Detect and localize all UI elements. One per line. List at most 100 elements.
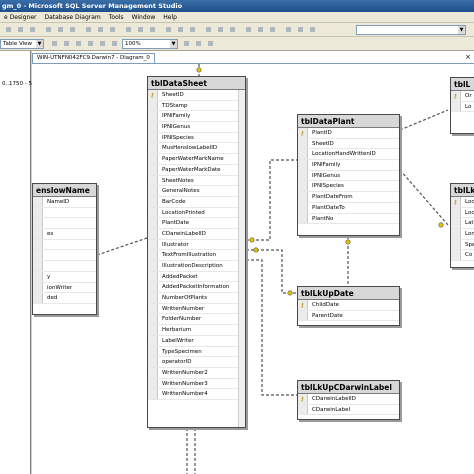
row-selector[interactable] (148, 132, 158, 143)
row-selector[interactable] (148, 325, 158, 335)
table-title[interactable]: tblDataSheet (148, 77, 245, 90)
table-title[interactable]: tblLkUpCDarwinLabel (298, 381, 399, 394)
row-selector[interactable] (33, 229, 43, 239)
table-column-row[interactable]: ded (33, 293, 96, 304)
row-selector[interactable] (298, 181, 308, 192)
table-column-row[interactable]: PaperWaterMarkName (148, 154, 245, 165)
table-column-row[interactable]: CDarwinLabel (298, 404, 399, 416)
row-selector[interactable] (148, 378, 158, 389)
row-selector[interactable] (148, 314, 158, 325)
table-column-row[interactable] (33, 207, 96, 219)
table-column-row[interactable]: ⚷ Or (451, 91, 474, 102)
table-column-row[interactable]: Co (451, 250, 474, 262)
table-column-row[interactable]: WrittenNumber3 (148, 378, 245, 390)
table-column-row[interactable]: Lat (451, 218, 474, 230)
table-title[interactable]: tblDataPlant (298, 115, 399, 128)
table-column-row[interactable]: PlantDateTo (298, 202, 399, 214)
table-column-row[interactable]: AddedPacket (148, 271, 245, 283)
row-selector[interactable] (298, 138, 308, 149)
table-column-row[interactable]: TextFromIllustration (148, 250, 245, 261)
row-selector[interactable] (148, 164, 158, 175)
table-column-row[interactable]: PlantNo (298, 213, 399, 225)
table-column-row[interactable]: ionWriter (33, 282, 96, 294)
row-selector[interactable] (451, 218, 461, 229)
table-title[interactable]: tblL (451, 78, 474, 91)
table-column-row[interactable]: Lon (451, 229, 474, 240)
row-selector[interactable] (33, 207, 43, 218)
table-column-row[interactable]: NumberOfPlants (148, 293, 245, 304)
table-title[interactable]: tblLkUpDate (298, 287, 399, 300)
table-column-row[interactable]: TypeSpecimen (148, 346, 245, 358)
row-selector[interactable] (33, 261, 43, 271)
table-column-row[interactable]: ⚷ CDarwinLabelID (298, 394, 399, 405)
row-selector[interactable] (148, 271, 158, 282)
table-column-row[interactable]: y (33, 271, 96, 283)
row-selector[interactable] (148, 154, 158, 164)
table-tbldatasheet[interactable]: tblDataSheet ⚷ SheetID TDStamp IPNIFamily IP… (147, 76, 246, 428)
table-column-row[interactable]: CDarwinLabelID (148, 228, 245, 240)
table-column-row[interactable]: Loc (451, 207, 474, 219)
table-column-row[interactable] (33, 261, 96, 272)
table-column-row[interactable]: SheetNotes (148, 175, 245, 187)
table-column-row[interactable]: Lo (451, 101, 474, 113)
row-selector[interactable] (148, 228, 158, 239)
row-selector[interactable] (148, 100, 158, 111)
row-selector[interactable] (148, 218, 158, 228)
row-selector[interactable] (451, 101, 461, 112)
row-selector[interactable] (148, 122, 158, 132)
row-selector[interactable] (298, 310, 308, 321)
table-column-row[interactable]: LocationPrinted (148, 207, 245, 219)
row-selector[interactable] (148, 175, 158, 186)
table-column-row[interactable]: operatorID (148, 357, 245, 368)
table-column-row[interactable]: SheetID (298, 138, 399, 150)
table-column-row[interactable]: MusHenslowLabelID (148, 143, 245, 155)
table-tbllkupdate[interactable]: tblLkUpDate ⚷ ChildDate ParentDate (297, 286, 400, 326)
table-column-row[interactable]: WrittenNumber2 (148, 367, 245, 379)
table-column-row[interactable]: WrittenNumber4 (148, 389, 245, 400)
table-column-row[interactable]: LabelWriter (148, 335, 245, 347)
table-right-mid[interactable]: tblLk ⚷ Loc Loc Lat Lon Spe Co (450, 183, 474, 268)
table-column-row[interactable]: FolderNumber (148, 314, 245, 326)
table-column-row[interactable]: IPNISpecies (148, 132, 245, 144)
table-column-row[interactable] (33, 250, 96, 262)
row-selector[interactable] (298, 202, 308, 213)
row-selector[interactable] (148, 239, 158, 250)
row-selector[interactable] (148, 282, 158, 293)
table-column-row[interactable]: IPNISpecies (298, 181, 399, 193)
table-column-row[interactable]: IPNIFamily (148, 111, 245, 123)
row-selector[interactable] (148, 357, 158, 367)
table-column-row[interactable]: Spe (451, 239, 474, 251)
table-tbldataplant[interactable]: tblDataPlant ⚷ PlantID SheetID LocationHand… (297, 114, 400, 236)
row-selector[interactable] (148, 186, 158, 196)
row-selector[interactable] (148, 207, 158, 218)
table-column-row[interactable]: NameID (33, 197, 96, 208)
table-column-row[interactable]: IPNIGenus (298, 170, 399, 182)
row-selector[interactable] (33, 293, 43, 303)
table-column-row[interactable] (33, 239, 96, 251)
table-right-top[interactable]: tblL ⚷ Or Lo (450, 77, 474, 134)
row-selector[interactable] (33, 282, 43, 293)
table-column-row[interactable]: ⚷ ChildDate (298, 300, 399, 311)
row-selector[interactable] (451, 239, 461, 250)
row-selector[interactable] (33, 239, 43, 250)
scrollbar[interactable] (238, 90, 245, 427)
row-selector[interactable] (298, 170, 308, 181)
row-selector[interactable] (148, 196, 158, 207)
row-selector[interactable] (148, 143, 158, 154)
table-column-row[interactable]: PlantDate (148, 218, 245, 229)
table-column-row[interactable]: PaperWaterMarkDate (148, 164, 245, 176)
table-title[interactable]: tblLk (451, 184, 474, 197)
table-column-row[interactable]: ⚷ SheetID (148, 90, 245, 101)
row-selector[interactable] (148, 367, 158, 378)
row-selector[interactable] (33, 271, 43, 282)
table-column-row[interactable]: LocationHandWrittenID (298, 149, 399, 161)
row-selector[interactable] (148, 389, 158, 399)
row-selector[interactable] (33, 218, 43, 229)
row-selector[interactable] (451, 250, 461, 261)
table-column-row[interactable] (33, 218, 96, 230)
row-selector[interactable] (148, 293, 158, 303)
table-column-row[interactable]: ⚷ PlantID (298, 128, 399, 139)
row-selector[interactable] (148, 303, 158, 314)
table-column-row[interactable]: Illustrator (148, 239, 245, 251)
row-selector[interactable] (148, 346, 158, 357)
